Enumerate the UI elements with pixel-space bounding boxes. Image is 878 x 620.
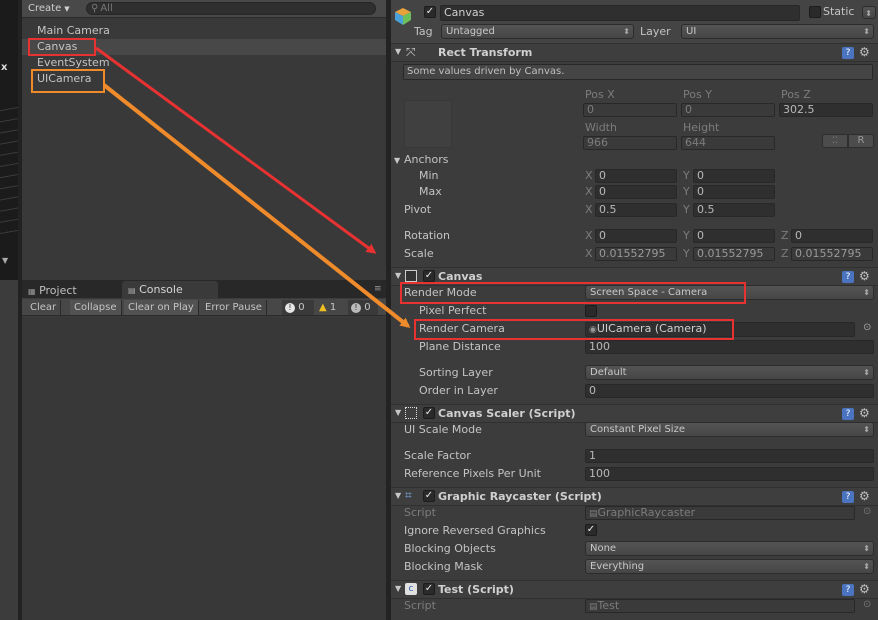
orange-arrow xyxy=(102,83,411,328)
annotation-arrows xyxy=(95,46,411,328)
red-arrow xyxy=(95,46,377,254)
